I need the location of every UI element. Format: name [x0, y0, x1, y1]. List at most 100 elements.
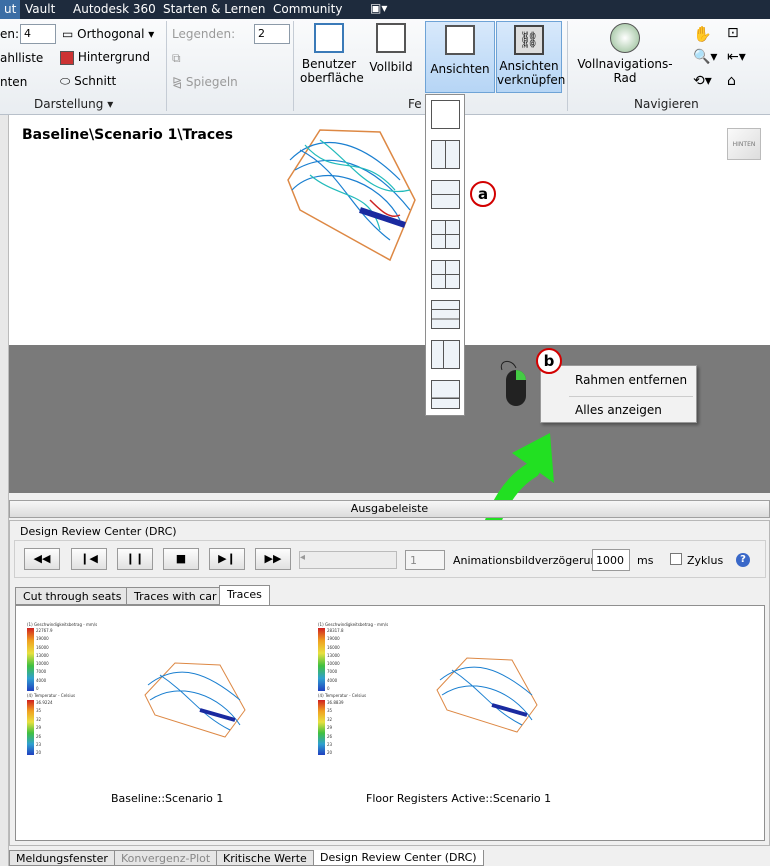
vollnavigationsrad-button[interactable]: Vollnavigations- Rad	[575, 23, 675, 85]
delay-field[interactable]: 1000	[592, 549, 630, 571]
look-icon[interactable]: ⊡	[727, 25, 739, 41]
legend-temp-bar-1	[27, 700, 34, 755]
menu-item-autodesk360[interactable]: Autodesk 360	[73, 2, 156, 16]
group-darstellung[interactable]: Darstellung ▾	[34, 97, 113, 111]
menu-item-community[interactable]: Community	[273, 2, 342, 16]
layout-bottom-row-icon[interactable]	[431, 380, 460, 409]
menu-item-vault[interactable]: Vault	[25, 2, 55, 16]
legend-value: 35	[36, 708, 42, 714]
layout-four-icon[interactable]	[431, 220, 460, 249]
hintergrund-button[interactable]: Hintergrund	[60, 50, 150, 65]
legend-value: 20	[36, 750, 42, 756]
help-icon[interactable]: ?	[736, 553, 750, 567]
legend-value: 13000	[327, 652, 340, 658]
drc-title: Design Review Center (DRC)	[20, 525, 177, 538]
vollbild-button[interactable]: Vollbild	[368, 23, 414, 74]
legend-value: 22767.9	[36, 628, 53, 633]
menu-item-ut[interactable]: ut	[0, 0, 21, 19]
video-icon[interactable]: ▣▾	[370, 1, 387, 15]
steering-wheel-icon	[610, 23, 640, 53]
legend-value: 23	[327, 742, 333, 748]
menu-alles-anzeigen[interactable]: Alles anzeigen	[575, 403, 662, 417]
schnitt-button[interactable]: ⬭ Schnitt	[60, 74, 116, 89]
legend-value: 35	[327, 708, 333, 714]
pause-button[interactable]: ❙❙	[117, 548, 153, 570]
pan-icon[interactable]: ✋	[693, 25, 712, 43]
rewind-button[interactable]: ◀◀	[24, 548, 60, 570]
vollnav-label-1: Vollnavigations-	[577, 57, 673, 71]
ausgabeleiste-bar[interactable]: Ausgabeleiste	[9, 500, 770, 518]
link-icon: ⛓	[514, 25, 544, 55]
ansichten-label: Ansichten	[430, 62, 490, 76]
legend-value: 36.9224	[36, 700, 53, 705]
tab-cut-through-seats[interactable]: Cut through seats	[15, 587, 130, 605]
menu-separator	[569, 396, 693, 397]
legend-value: 26	[36, 733, 42, 739]
legend-value: 32	[327, 716, 333, 722]
legenden-label: Legenden:	[172, 27, 236, 41]
hintergrund-label: Hintergrund	[77, 50, 150, 64]
group-navigieren: Navigieren	[634, 97, 699, 111]
fullscreen-icon	[376, 23, 406, 53]
layout-side-stack-icon[interactable]	[431, 340, 460, 369]
stop-button[interactable]: ■	[163, 548, 199, 570]
fit-icon[interactable]: ⇤▾	[727, 49, 746, 65]
tab-meldungsfenster[interactable]: Meldungsfenster	[9, 850, 115, 866]
tab-kritische-werte[interactable]: Kritische Werte	[216, 850, 314, 866]
trace-model-image	[287, 129, 416, 262]
legenden-field[interactable]: 2	[254, 24, 290, 44]
tab-traces-with-car[interactable]: Traces with car	[126, 587, 225, 605]
frame-slider[interactable]: ◂	[299, 551, 397, 569]
legend-temp-title-1: (4) Temperatur - Celsius	[27, 693, 76, 698]
mouse-icon	[500, 361, 526, 406]
layout-two-vertical-icon[interactable]	[431, 140, 460, 169]
legend-value: 7000	[327, 669, 338, 675]
legend-value: 36.8839	[327, 700, 344, 705]
viewcube[interactable]: HINTEN	[727, 128, 761, 160]
trace-thumbnail-2	[436, 657, 538, 733]
vollnav-label-2: Rad	[613, 71, 637, 85]
fast-forward-button[interactable]: ▶▶	[255, 548, 291, 570]
layout-two-horizontal-icon[interactable]	[431, 180, 460, 209]
ansichten-button[interactable]: Ansichten	[425, 21, 495, 93]
layout-three-stacked-icon[interactable]	[431, 300, 460, 329]
tab-design-review-center[interactable]: Design Review Center (DRC)	[313, 850, 484, 866]
spin-label: en:	[0, 27, 20, 41]
legend-velocity-bar-1	[27, 628, 34, 691]
tab-traces[interactable]: Traces	[219, 585, 270, 606]
menu-item-starten[interactable]: Starten & Lernen	[163, 2, 265, 16]
frame-spinner[interactable]: 1	[405, 550, 445, 570]
ansichten-verknuepfen-button[interactable]: ⛓ Ansichten verknüpfen	[496, 21, 565, 93]
zoom-icon[interactable]: 🔍▾	[693, 49, 717, 65]
home-icon[interactable]: ⌂	[727, 73, 736, 89]
step-back-button[interactable]: ❙◀	[71, 548, 107, 570]
viewport-title: Baseline\Scenario 1\Traces	[22, 127, 233, 143]
layout-single-icon[interactable]	[431, 100, 460, 129]
spiegeln-button[interactable]: ⧎ Spiegeln	[172, 75, 238, 89]
vollbild-label: Vollbild	[369, 60, 413, 74]
trace-thumbnail-1	[144, 662, 246, 738]
tab-konvergenz-plot[interactable]: Konvergenz-Plot	[114, 850, 218, 866]
divider	[567, 21, 568, 111]
delay-unit: ms	[637, 554, 654, 567]
zahlliste-item[interactable]: ahlliste	[0, 51, 43, 65]
legend-temp-title-2: (4) Temperatur - Celsius	[318, 693, 367, 698]
zyklus-checkbox[interactable]	[670, 553, 682, 565]
delay-label: Animationsbildverzögerung:	[453, 554, 609, 567]
layout-three-right-icon[interactable]	[431, 260, 460, 289]
group-darstellung-label: Darstellung	[34, 97, 104, 111]
legend-value: 4000	[36, 677, 47, 683]
menu-rahmen-entfernen[interactable]: Rahmen entfernen	[575, 373, 687, 387]
copy-icon: ⧉	[172, 51, 181, 65]
nten-item[interactable]: nten	[0, 75, 27, 89]
benutzeroberflaeche-button[interactable]: Benutzer oberfläche	[300, 23, 364, 85]
spin-field[interactable]: 4	[20, 24, 56, 44]
left-edge	[0, 115, 9, 866]
step-forward-button[interactable]: ▶❙	[209, 548, 245, 570]
orbit-icon[interactable]: ⟲▾	[693, 73, 712, 89]
views-icon	[445, 25, 475, 55]
legend-velocity-bar-2	[318, 628, 325, 691]
orthogonal-dropdown[interactable]: ▭ Orthogonal ▾	[62, 27, 154, 41]
schnitt-label: Schnitt	[74, 74, 117, 88]
menu-bar: ut Vault Autodesk 360 Starten & Lernen C…	[0, 0, 770, 19]
